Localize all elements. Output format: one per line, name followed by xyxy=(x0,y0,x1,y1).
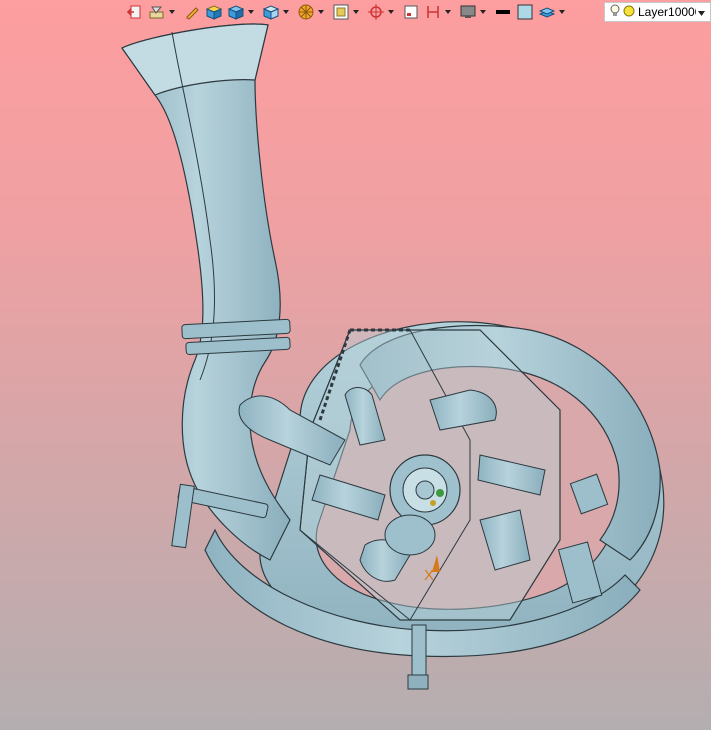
view-cube-icon[interactable] xyxy=(260,1,282,23)
penstock-pipe xyxy=(121,23,291,561)
dimension-dropdown[interactable] xyxy=(444,1,451,23)
line-color-icon[interactable] xyxy=(492,1,514,23)
dimension-icon[interactable] xyxy=(422,1,444,23)
section-wheel-icon[interactable] xyxy=(295,1,317,23)
origin-target-icon[interactable] xyxy=(365,1,387,23)
pelton-runner xyxy=(389,454,461,526)
fit-view-dropdown[interactable] xyxy=(352,1,359,23)
axis-x-label: X xyxy=(424,567,435,584)
layers-dropdown[interactable] xyxy=(558,1,565,23)
cube-dropdown[interactable] xyxy=(247,1,254,23)
layer-visibility-icon[interactable] xyxy=(623,5,635,20)
lightbulb-icon[interactable] xyxy=(610,4,620,21)
layers-icon[interactable] xyxy=(536,1,558,23)
window-icon[interactable] xyxy=(400,1,422,23)
exit-sketch-icon[interactable] xyxy=(122,1,146,23)
view-cube-dropdown[interactable] xyxy=(282,1,289,23)
origin-target-dropdown[interactable] xyxy=(387,1,394,23)
layer-select[interactable]: Layer10000 xyxy=(604,2,711,22)
generator-disc xyxy=(384,514,436,556)
3d-viewport[interactable]: X Layer10000 xyxy=(0,0,711,730)
pencil-icon[interactable] xyxy=(181,1,203,23)
chevron-down-icon[interactable] xyxy=(698,5,705,19)
display-mode-dropdown[interactable] xyxy=(479,1,486,23)
fit-view-icon[interactable] xyxy=(330,1,352,23)
sketch-plane-icon[interactable] xyxy=(146,1,168,23)
fill-color-icon[interactable] xyxy=(514,1,536,23)
turbine-model[interactable] xyxy=(0,0,711,730)
section-wheel-dropdown[interactable] xyxy=(317,1,324,23)
layer-name: Layer10000 xyxy=(638,5,696,19)
solid-box-icon[interactable] xyxy=(203,1,225,23)
display-mode-icon[interactable] xyxy=(457,1,479,23)
sketch-plane-dropdown[interactable] xyxy=(168,1,175,23)
cube-icon[interactable] xyxy=(225,1,247,23)
